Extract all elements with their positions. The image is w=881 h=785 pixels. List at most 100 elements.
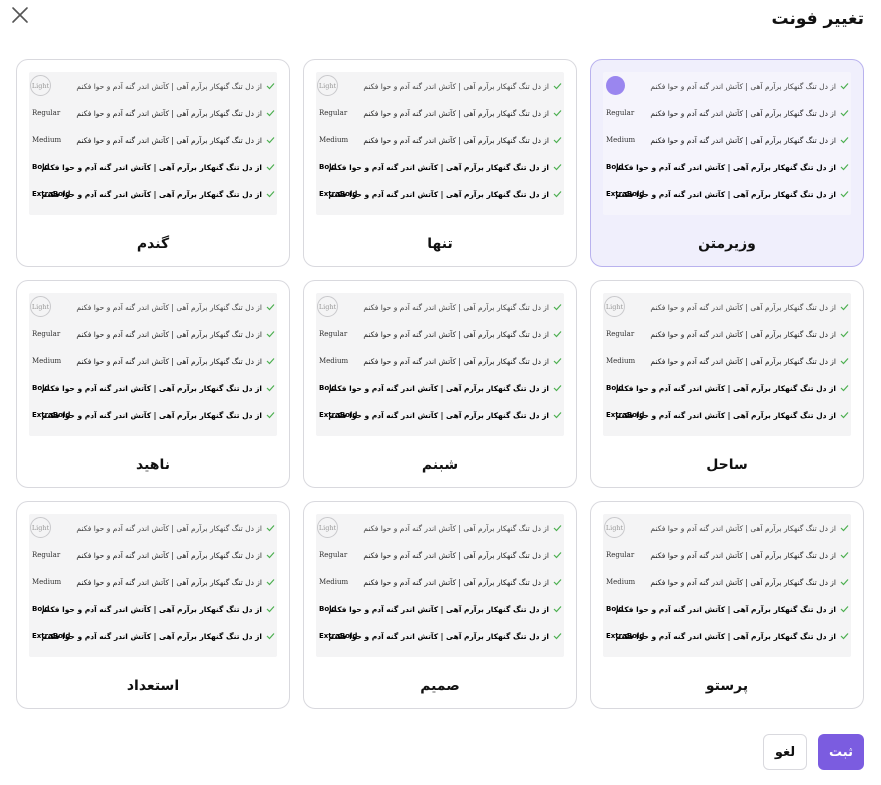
preview-row: ExtraBold از دل تنگ گنهکار برآرم آهی | کآ… xyxy=(603,628,851,644)
selected-indicator xyxy=(606,76,625,95)
font-name: تنها xyxy=(427,236,453,252)
sample-text: از دل تنگ گنهکار برآرم آهی | کآتش اندر گ… xyxy=(76,135,262,145)
check-icon xyxy=(266,164,275,171)
weight-label: Regular xyxy=(32,551,61,559)
weight-label: Medium xyxy=(319,578,349,586)
check-icon xyxy=(840,137,849,144)
check-icon xyxy=(840,304,849,311)
font-card[interactable]: Light از دل تنگ گنهکار برآرم آهی | کآتش ا… xyxy=(16,59,290,267)
preview-row: ExtraBold از دل تنگ گنهکار برآرم آهی | کآ… xyxy=(29,186,277,202)
font-card[interactable]: Light از دل تنگ گنهکار برآرم آهی | کآتش ا… xyxy=(303,59,577,267)
font-name: وزیرمتن xyxy=(698,236,756,252)
weight-label: Light xyxy=(317,296,338,317)
preview-row: Regular از دل تنگ گنهکار برآرم آهی | کآتش… xyxy=(603,547,851,563)
preview-row: ExtraBold از دل تنگ گنهکار برآرم آهی | کآ… xyxy=(29,407,277,423)
check-icon xyxy=(266,525,275,532)
preview-row: Bold از دل تنگ گنهکار برآرم آهی | کآتش ان… xyxy=(29,159,277,175)
weight-label: Medium xyxy=(606,578,636,586)
weight-label: Medium xyxy=(319,136,349,144)
check-icon xyxy=(266,304,275,311)
check-icon xyxy=(553,525,562,532)
preview-row: Medium از دل تنگ گنهکار برآرم آهی | کآتش … xyxy=(316,574,564,590)
font-card[interactable]: Light از دل تنگ گنهکار برآرم آهی | کآتش ا… xyxy=(590,501,864,709)
font-card[interactable]: Light از دل تنگ گنهکار برآرم آهی | کآتش ا… xyxy=(590,280,864,488)
font-preview: Light از دل تنگ گنهکار برآرم آهی | کآتش ا… xyxy=(603,514,851,657)
weight-label: Regular xyxy=(606,330,635,338)
preview-row: ExtraBold از دل تنگ گنهکار برآرم آهی | کآ… xyxy=(603,186,851,202)
sample-text: از دل تنگ گنهکار برآرم آهی | کآتش اندر گ… xyxy=(615,410,836,420)
weight-label: Regular xyxy=(606,109,635,117)
font-card[interactable]: Light از دل تنگ گنهکار برآرم آهی | کآتش ا… xyxy=(303,501,577,709)
check-icon xyxy=(840,358,849,365)
sample-text: از دل تنگ گنهکار برآرم آهی | کآتش اندر گ… xyxy=(328,631,549,641)
preview-row: Bold از دل تنگ گنهکار برآرم آهی | کآتش ان… xyxy=(29,601,277,617)
check-icon xyxy=(840,412,849,419)
sample-text: از دل تنگ گنهکار برآرم آهی | کآتش اندر گ… xyxy=(615,383,836,393)
sample-text: از دل تنگ گنهکار برآرم آهی | کآتش اندر گ… xyxy=(41,383,262,393)
check-icon xyxy=(553,552,562,559)
weight-label: Light xyxy=(30,75,51,96)
close-button[interactable] xyxy=(8,3,32,27)
sample-text: از دل تنگ گنهکار برآرم آهی | کآتش اندر گ… xyxy=(650,523,836,533)
check-icon xyxy=(266,331,275,338)
check-icon xyxy=(266,358,275,365)
font-preview: Light از دل تنگ گنهکار برآرم آهی | کآتش ا… xyxy=(316,293,564,436)
check-icon xyxy=(840,164,849,171)
preview-row: Bold از دل تنگ گنهکار برآرم آهی | کآتش ان… xyxy=(316,159,564,175)
weight-label: Regular xyxy=(319,551,348,559)
preview-row: Regular از دل تنگ گنهکار برآرم آهی | کآتش… xyxy=(29,547,277,563)
weight-label: Medium xyxy=(606,136,636,144)
weight-label: Light xyxy=(30,296,51,317)
preview-row: Medium از دل تنگ گنهکار برآرم آهی | کآتش … xyxy=(316,132,564,148)
preview-row: Light از دل تنگ گنهکار برآرم آهی | کآتش ا… xyxy=(29,296,277,317)
preview-row: Bold از دل تنگ گنهکار برآرم آهی | کآتش ان… xyxy=(603,380,851,396)
font-card[interactable]: از دل تنگ گنهکار برآرم آهی | کآتش اندر گ… xyxy=(590,59,864,267)
sample-text: از دل تنگ گنهکار برآرم آهی | کآتش اندر گ… xyxy=(328,383,549,393)
preview-row: Light از دل تنگ گنهکار برآرم آهی | کآتش ا… xyxy=(29,517,277,538)
preview-row: Medium از دل تنگ گنهکار برآرم آهی | کآتش … xyxy=(29,132,277,148)
check-icon xyxy=(840,385,849,392)
sample-text: از دل تنگ گنهکار برآرم آهی | کآتش اندر گ… xyxy=(328,162,549,172)
check-icon xyxy=(553,191,562,198)
check-icon xyxy=(266,412,275,419)
submit-button[interactable]: ثبت xyxy=(818,734,864,770)
preview-row: Light از دل تنگ گنهکار برآرم آهی | کآتش ا… xyxy=(603,296,851,317)
close-icon xyxy=(12,7,28,23)
sample-text: از دل تنگ گنهکار برآرم آهی | کآتش اندر گ… xyxy=(76,302,262,312)
preview-row: Medium از دل تنگ گنهکار برآرم آهی | کآتش … xyxy=(29,574,277,590)
check-icon xyxy=(840,525,849,532)
check-icon xyxy=(840,552,849,559)
weight-label: Light xyxy=(317,75,338,96)
sample-text: از دل تنگ گنهکار برآرم آهی | کآتش اندر گ… xyxy=(363,577,549,587)
sample-text: از دل تنگ گنهکار برآرم آهی | کآتش اندر گ… xyxy=(76,577,262,587)
sample-text: از دل تنگ گنهکار برآرم آهی | کآتش اندر گ… xyxy=(363,523,549,533)
sample-text: از دل تنگ گنهکار برآرم آهی | کآتش اندر گ… xyxy=(650,550,836,560)
check-icon xyxy=(266,137,275,144)
font-card[interactable]: Light از دل تنگ گنهکار برآرم آهی | کآتش ا… xyxy=(303,280,577,488)
font-name: استعداد xyxy=(126,678,180,694)
preview-row: ExtraBold از دل تنگ گنهکار برآرم آهی | کآ… xyxy=(316,186,564,202)
check-icon xyxy=(266,633,275,640)
weight-label: Medium xyxy=(32,357,62,365)
font-card[interactable]: Light از دل تنگ گنهکار برآرم آهی | کآتش ا… xyxy=(16,280,290,488)
weight-label: Regular xyxy=(32,330,61,338)
preview-row: ExtraBold از دل تنگ گنهکار برآرم آهی | کآ… xyxy=(603,407,851,423)
check-icon xyxy=(840,606,849,613)
weight-label: Medium xyxy=(606,357,636,365)
weight-label: Medium xyxy=(32,136,62,144)
sample-text: از دل تنگ گنهکار برآرم آهی | کآتش اندر گ… xyxy=(650,356,836,366)
sample-text: از دل تنگ گنهکار برآرم آهی | کآتش اندر گ… xyxy=(76,81,262,91)
preview-row: از دل تنگ گنهکار برآرم آهی | کآتش اندر گ… xyxy=(603,76,851,95)
preview-row: Regular از دل تنگ گنهکار برآرم آهی | کآتش… xyxy=(603,326,851,342)
font-card[interactable]: Light از دل تنگ گنهکار برآرم آهی | کآتش ا… xyxy=(16,501,290,709)
sample-text: از دل تنگ گنهکار برآرم آهی | کآتش اندر گ… xyxy=(363,302,549,312)
weight-label: Regular xyxy=(319,330,348,338)
font-name: ساحل xyxy=(706,457,748,473)
cancel-button[interactable]: لغو xyxy=(763,734,807,770)
check-icon xyxy=(553,606,562,613)
sample-text: از دل تنگ گنهکار برآرم آهی | کآتش اندر گ… xyxy=(615,631,836,641)
sample-text: از دل تنگ گنهکار برآرم آهی | کآتش اندر گ… xyxy=(363,108,549,118)
preview-row: Medium از دل تنگ گنهکار برآرم آهی | کآتش … xyxy=(603,353,851,369)
check-icon xyxy=(266,191,275,198)
check-icon xyxy=(840,331,849,338)
